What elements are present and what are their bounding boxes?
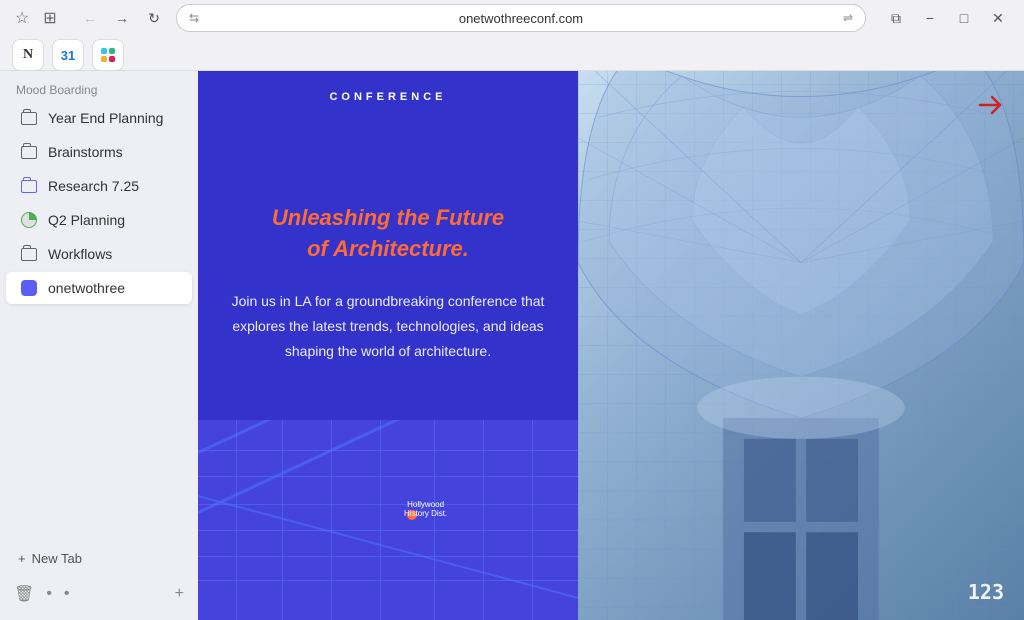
new-tab-label: New Tab xyxy=(32,551,82,566)
folder-blue-icon xyxy=(21,180,37,193)
sidebar-item-onetwothree[interactable]: onetwothree xyxy=(6,272,192,304)
plus-icon: + xyxy=(18,551,26,566)
web-content: CONFERENCE Unleashing the Future of Arch… xyxy=(198,71,1024,620)
main-content: Mood Boarding Year End Planning Brainsto… xyxy=(0,71,1024,620)
sidebar: Mood Boarding Year End Planning Brainsto… xyxy=(0,71,198,620)
sidebar-item-brainstorms[interactable]: Brainstorms xyxy=(6,136,192,168)
pip-button[interactable]: ⧉ xyxy=(882,4,910,32)
q2-icon xyxy=(21,212,37,228)
folder-icon xyxy=(21,248,37,261)
dot-icon-2: • xyxy=(64,585,70,603)
sidebar-item-year-end[interactable]: Year End Planning xyxy=(6,102,192,134)
trash-icon[interactable]: 🗑 xyxy=(14,584,34,604)
notion-tab[interactable]: N xyxy=(12,39,44,71)
title-bar: ☆ ⊞ ← → ↻ ⇆ ⇌ ⧉ − □ ✕ xyxy=(0,0,1024,36)
arch-svg xyxy=(578,71,1024,620)
conference-title: CONFERENCE xyxy=(329,91,446,103)
headline-line1: Unleashing the Future xyxy=(272,205,504,230)
slack-icon xyxy=(101,48,115,62)
minimize-button[interactable]: − xyxy=(916,4,944,32)
calendar-icon: 31 xyxy=(61,48,75,63)
active-tab-icon xyxy=(21,280,37,296)
folder-icon xyxy=(21,112,37,125)
sidebar-item-label: Q2 Planning xyxy=(48,212,125,228)
reload-button[interactable]: ↻ xyxy=(140,4,168,32)
sidebar-item-label: Brainstorms xyxy=(48,144,123,160)
grid-icon[interactable]: ⊞ xyxy=(40,8,60,28)
calendar-tab[interactable]: 31 xyxy=(52,39,84,71)
sidebar-item-label: Year End Planning xyxy=(48,110,163,126)
tab-bar: N 31 xyxy=(0,36,1024,70)
bottom-toolbar: 🗑 • • + xyxy=(0,576,198,612)
next-arrow-button[interactable] xyxy=(972,87,1008,123)
lock-icon: ⇆ xyxy=(189,11,199,25)
sidebar-item-q2[interactable]: Q2 Planning xyxy=(6,204,192,236)
folder-icon xyxy=(21,146,37,159)
close-button[interactable]: ✕ xyxy=(984,4,1012,32)
map-grid: HollywoodHistory Dist. xyxy=(198,420,578,620)
slack-tab[interactable] xyxy=(92,39,124,71)
sidebar-item-label: Research 7.25 xyxy=(48,178,139,194)
add-icon[interactable]: + xyxy=(175,585,184,603)
sidebar-section-label: Mood Boarding xyxy=(0,79,198,101)
arch-image: 123 xyxy=(578,71,1024,620)
forward-button[interactable]: → xyxy=(108,4,136,32)
address-input[interactable] xyxy=(207,11,835,26)
back-button[interactable]: ← xyxy=(76,4,104,32)
map-label: HollywoodHistory Dist. xyxy=(396,500,456,518)
star-icon[interactable]: ☆ xyxy=(12,8,32,28)
headline-line2: of Architecture. xyxy=(307,236,469,261)
browser-chrome: ☆ ⊞ ← → ↻ ⇆ ⇌ ⧉ − □ ✕ N 31 xyxy=(0,0,1024,71)
window-controls: ⧉ − □ ✕ xyxy=(882,4,1012,32)
conference-map: HollywoodHistory Dist. xyxy=(198,420,578,620)
sidebar-item-workflows[interactable]: Workflows xyxy=(6,238,192,270)
new-tab-button[interactable]: + New Tab xyxy=(8,545,92,572)
conference-headline: Unleashing the Future of Architecture. xyxy=(272,203,504,265)
arrow-right-icon xyxy=(974,89,1006,121)
conference-left-panel: CONFERENCE Unleashing the Future of Arch… xyxy=(198,71,578,620)
address-bar-container[interactable]: ⇆ ⇌ xyxy=(176,4,866,32)
conference-right-panel: 123 xyxy=(578,71,1024,620)
sidebar-item-label: onetwothree xyxy=(48,280,125,296)
page-number: 123 xyxy=(968,580,1004,604)
title-bar-left: ☆ ⊞ xyxy=(12,8,60,28)
notion-icon: N xyxy=(23,47,33,63)
sync-icon: ⇌ xyxy=(843,11,853,25)
maximize-button[interactable]: □ xyxy=(950,4,978,32)
sidebar-item-research[interactable]: Research 7.25 xyxy=(6,170,192,202)
conference-body: Join us in LA for a groundbreaking confe… xyxy=(218,289,558,365)
dot-icon: • xyxy=(46,585,52,603)
sidebar-item-label: Workflows xyxy=(48,246,112,262)
nav-controls: ← → ↻ xyxy=(76,4,168,32)
